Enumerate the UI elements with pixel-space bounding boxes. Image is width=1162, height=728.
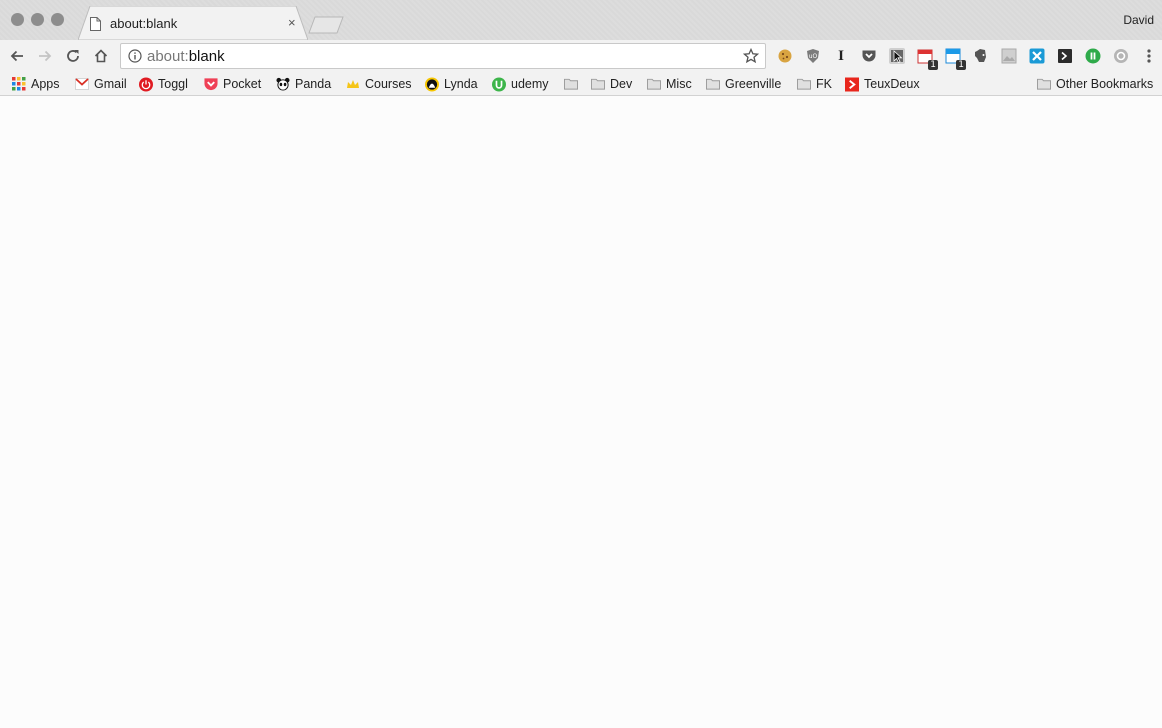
bookmark-label: udemy [511,77,549,91]
back-button[interactable] [8,47,26,65]
bookmark-courses[interactable]: Courses [346,76,412,92]
circle-extension-icon[interactable] [1113,48,1129,64]
bookmarks-bar: Apps Gmail Toggl Pocket Panda Courses Ly… [0,72,1162,96]
forward-arrow-icon [39,50,52,62]
bookmark-label: Dev [610,77,633,91]
reload-button[interactable] [64,47,82,65]
power-icon[interactable] [1085,48,1101,64]
tab-active[interactable]: about:blank × [78,6,308,40]
bookmark-folder-greenville[interactable]: Greenville [706,76,781,92]
bookmark-label: Misc [666,77,692,91]
bookmark-label: Pocket [223,77,262,91]
page-icon [90,17,101,31]
image-extension-icon[interactable] [1001,48,1017,64]
teuxdeux-icon [845,77,859,91]
bookmark-apps[interactable]: Apps [12,76,60,92]
cookie-icon[interactable] [777,48,793,64]
bookmark-toggl[interactable]: Toggl [139,76,188,92]
shield-icon[interactable]: uO [805,48,821,64]
lynda-icon [425,77,439,91]
instapaper-icon[interactable]: I [833,48,849,64]
folder-icon [647,77,661,91]
crown-icon [346,77,360,91]
prompt-icon[interactable] [1057,48,1073,64]
bookmark-label: Courses [365,77,412,91]
tab-strip: about:blank × David [0,0,1162,40]
bookmark-other-bookmarks[interactable]: Other Bookmarks [1037,76,1153,92]
x-extension-icon[interactable] [1029,48,1045,64]
new-tab-button[interactable] [308,16,344,34]
toolbar: about:blank uO I 1 1 [0,40,1162,72]
bookmark-gmail[interactable]: Gmail [75,76,127,92]
gmail-icon [75,77,89,91]
menu-icon[interactable] [1141,48,1157,64]
zoom-window-button[interactable] [51,13,64,26]
close-window-button[interactable] [11,13,24,26]
home-icon [94,49,108,63]
bookmark-label: Toggl [158,77,188,91]
url-path: blank [188,48,225,65]
window-icon[interactable]: 1 [945,48,966,70]
bookmark-label: FK [816,77,832,91]
cursor-extension-icon[interactable] [889,48,905,64]
address-bar[interactable]: about:blank [120,43,766,69]
folder-icon [1037,77,1051,91]
folder-icon [591,77,605,91]
svg-text:uO: uO [809,53,818,60]
tab-title: about:blank [110,16,178,31]
window-badge: 1 [956,60,966,70]
folder-icon [706,77,720,91]
apps-grid-icon [12,77,26,91]
bookmark-label: Other Bookmarks [1056,77,1154,91]
info-icon[interactable] [128,49,142,63]
bookmark-udemy[interactable]: udemy [492,76,549,92]
bookmark-folder-misc[interactable]: Misc [647,76,692,92]
toggl-icon [139,77,153,91]
pocket-ext-icon[interactable] [861,48,877,64]
bookmark-label: Panda [295,77,332,91]
forward-button[interactable] [36,47,54,65]
page-content[interactable] [0,97,1162,728]
bookmark-pocket[interactable]: Pocket [204,76,261,92]
url-text[interactable]: about:blank [147,48,225,65]
bookmark-star-icon[interactable] [743,48,759,64]
home-button[interactable] [92,47,110,65]
url-scheme: about: [147,48,189,65]
profile-name[interactable]: David [1123,13,1154,27]
bookmark-lynda[interactable]: Lynda [425,76,478,92]
bookmark-label: Greenville [725,77,782,91]
bookmark-folder-fk[interactable]: FK [797,76,832,92]
tab-close-button[interactable]: × [288,16,296,29]
udemy-icon [492,77,506,91]
panda-icon [276,77,290,91]
bookmark-label: TeuxDeux [864,77,920,91]
bookmark-folder-unnamed[interactable] [564,76,583,92]
calendar-badge: 1 [928,60,938,70]
folder-icon [564,77,578,91]
bookmark-label: Gmail [94,77,127,91]
minimize-window-button[interactable] [31,13,44,26]
bookmark-folder-dev[interactable]: Dev [591,76,632,92]
bookmark-teuxdeux[interactable]: TeuxDeux [845,76,920,92]
bookmark-panda[interactable]: Panda [276,76,331,92]
pocket-icon [204,77,218,91]
calendar-icon[interactable]: 1 [917,48,938,70]
bookmark-label: Lynda [444,77,478,91]
evernote-icon[interactable] [973,48,989,64]
reload-icon [67,50,79,62]
back-arrow-icon [10,50,23,62]
folder-icon [797,77,811,91]
bookmark-label: Apps [31,77,60,91]
